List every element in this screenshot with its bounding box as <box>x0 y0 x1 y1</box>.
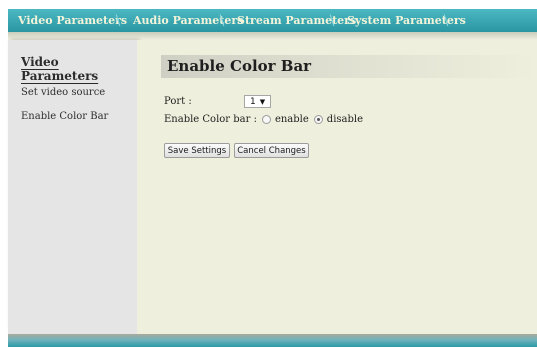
sidebar: Video Parameters Set video source Enable… <box>8 40 137 334</box>
tab-audio-parameters[interactable]: Audio Parameters \ <box>123 9 243 32</box>
tab-system-parameters[interactable]: System Parameters \ <box>337 9 466 32</box>
tab-stream-parameters[interactable]: Stream Parameters \ <box>227 9 356 32</box>
tab-separator: \ <box>329 13 335 29</box>
port-select[interactable]: 1 ▼ <box>244 95 271 108</box>
tab-separator: \ <box>219 13 225 29</box>
tab-separator: \ <box>443 13 449 29</box>
port-select-value: 1 <box>250 96 256 107</box>
top-nav-bar: Video Parameters \ Audio Parameters \ St… <box>8 9 537 32</box>
port-row: Port : 1 ▼ <box>164 95 271 108</box>
tab-separator: \ <box>115 13 121 29</box>
page-title-bar: Enable Color Bar <box>161 55 537 78</box>
tab-video-parameters[interactable]: Video Parameters \ <box>8 9 127 32</box>
sidebar-item-enable-color-bar[interactable]: Enable Color Bar <box>21 111 108 122</box>
header-shadow <box>8 32 537 40</box>
enable-radio-label[interactable]: enable <box>275 114 309 125</box>
color-bar-row: Enable Color bar : enable disable <box>164 114 363 125</box>
disable-radio-label[interactable]: disable <box>327 114 363 125</box>
sidebar-item-set-video-source[interactable]: Set video source <box>21 87 105 98</box>
port-label: Port : <box>164 96 192 107</box>
sidebar-heading: Video Parameters <box>21 55 99 83</box>
cancel-changes-button[interactable]: Cancel Changes <box>234 143 309 158</box>
footer-bar <box>8 334 537 347</box>
color-bar-label: Enable Color bar : <box>164 114 257 125</box>
page-title: Enable Color Bar <box>167 57 312 75</box>
disable-radio[interactable] <box>313 115 323 124</box>
tab-label: Video Parameters <box>18 14 128 27</box>
main-content: Enable Color Bar Port : 1 ▼ Enable Color… <box>137 40 537 334</box>
enable-radio[interactable] <box>261 115 271 124</box>
save-settings-button[interactable]: Save Settings <box>164 143 230 158</box>
chevron-down-icon: ▼ <box>259 97 266 106</box>
